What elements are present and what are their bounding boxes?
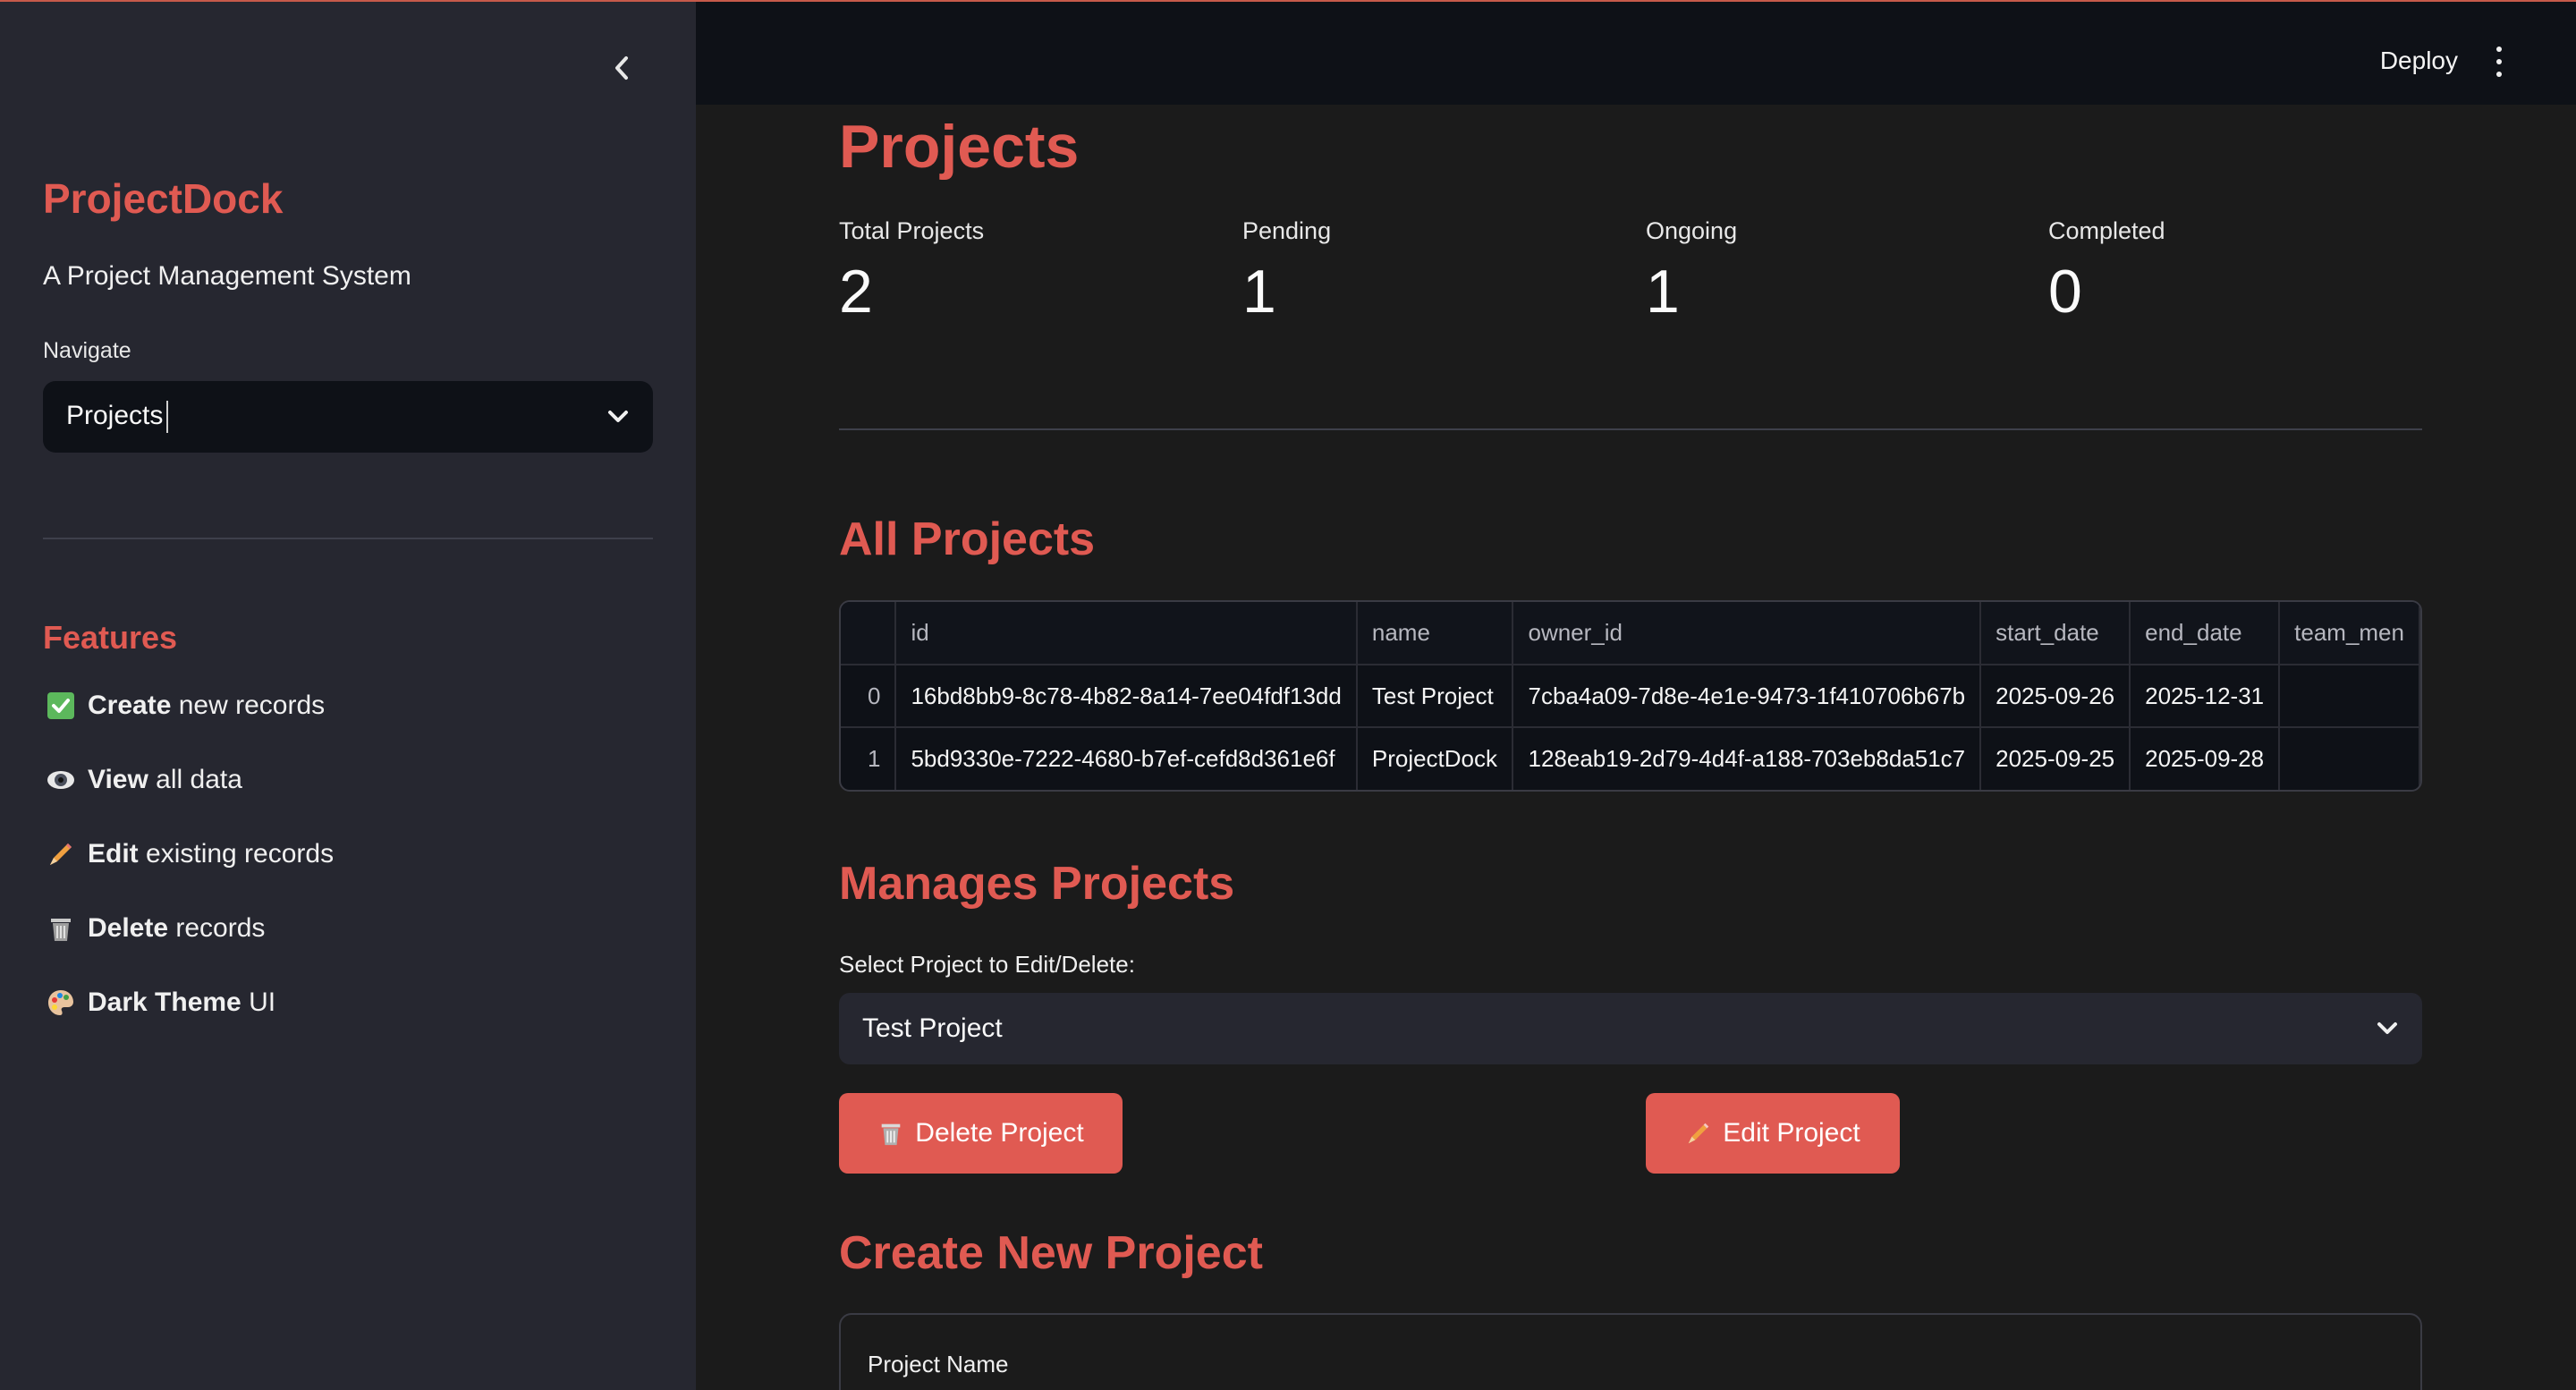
metric-value: 1 [1242,258,1276,326]
pencil-icon [1689,1123,1709,1144]
main-menu-icon[interactable] [2490,47,2508,77]
metric-ongoing: Ongoing 1 [1646,217,2004,322]
check-box-icon [47,691,75,720]
sidebar: ProjectDock A Project Management System … [0,0,696,1390]
cell-end-date[interactable]: 2025-12-31 [2130,665,2281,728]
palette-icon [47,988,75,1017]
chevron-down-icon [608,411,628,422]
eye-icon [47,766,75,794]
metric-label: Total Projects [839,217,985,244]
cell-owner-id[interactable]: 7cba4a09-7d8e-4e1e-9473-1f410706b67b [1513,665,1982,728]
app-subtitle: A Project Management System [43,261,411,291]
feature-item-create: Create new records [47,691,325,721]
collapse-sidebar-button[interactable] [599,50,644,86]
top-accent-line [0,0,2576,2]
select-project-dropdown[interactable]: Test Project [839,993,2422,1064]
column-header-name[interactable]: name [1356,602,1514,665]
table-row[interactable]: 1 5bd9330e-7222-4680-b7ef-cefd8d361e6f P… [841,727,2420,790]
top-header: Deploy [696,0,2576,105]
section-divider [839,428,2422,430]
navigate-select[interactable]: Projects [43,381,653,453]
row-index: 1 [841,727,897,790]
metric-label: Pending [1242,217,1332,244]
row-index: 0 [841,665,897,728]
select-project-value: Test Project [862,1013,1003,1043]
table-row[interactable]: 0 16bd8bb9-8c78-4b82-8a14-7ee04fdf13dd T… [841,665,2420,728]
metric-value: 2 [839,258,873,326]
cell-name[interactable]: Test Project [1356,665,1514,728]
delete-project-button[interactable]: Delete Project [839,1093,1123,1174]
features-heading: Features [43,619,178,656]
deploy-button[interactable]: Deploy [2380,47,2458,75]
column-header-start-date[interactable]: start_date [1980,602,2131,665]
cell-id[interactable]: 5bd9330e-7222-4680-b7ef-cefd8d361e6f [895,727,1358,790]
cell-start-date[interactable]: 2025-09-25 [1980,727,2131,790]
feature-text: all data [148,765,242,794]
column-header-id[interactable]: id [895,602,1358,665]
select-project-label: Select Project to Edit/Delete: [839,951,1135,978]
create-project-heading: Create New Project [839,1227,1263,1279]
sidebar-divider [43,538,653,539]
feature-bold: View [88,765,148,794]
navigate-label: Navigate [43,338,131,363]
feature-bold: Dark Theme [88,987,242,1017]
feature-item-edit: Edit existing records [47,839,334,869]
main-content: Projects Total Projects 2 Pending 1 Ongo… [696,105,2576,1390]
column-header-index[interactable] [841,602,897,665]
metric-completed: Completed 0 [2048,217,2406,322]
column-header-owner-id[interactable]: owner_id [1513,602,1982,665]
cell-name[interactable]: ProjectDock [1356,727,1514,790]
metric-label: Completed [2048,217,2165,244]
projects-table[interactable]: id name owner_id start_date end_date tea… [839,600,2422,792]
create-project-form: Project Name [839,1313,2422,1390]
metric-value: 0 [2048,258,2082,326]
chevron-left-icon [615,56,628,80]
project-name-label: Project Name [868,1351,1009,1377]
feature-text: records [168,913,266,943]
cell-team-members[interactable] [2279,727,2420,790]
column-header-team-members[interactable]: team_men [2279,602,2420,665]
edit-project-button[interactable]: Edit Project [1646,1093,1900,1174]
cell-owner-id[interactable]: 128eab19-2d79-4d4f-a188-703eb8da51c7 [1513,727,1982,790]
cell-team-members[interactable] [2279,665,2420,728]
column-header-end-date[interactable]: end_date [2130,602,2281,665]
app-title: ProjectDock [43,175,284,222]
feature-text: UI [241,987,276,1017]
edit-project-label: Edit Project [1723,1118,1860,1148]
metric-value: 1 [1646,258,1680,326]
manage-projects-heading: Manages Projects [839,858,1235,910]
metric-pending: Pending 1 [1242,217,1600,322]
cell-id[interactable]: 16bd8bb9-8c78-4b82-8a14-7ee04fdf13dd [895,665,1358,728]
app: ProjectDock A Project Management System … [0,0,2576,1390]
metric-total-projects: Total Projects 2 [839,217,1197,322]
page-title: Projects [839,113,1080,181]
navigate-select-value: Projects [66,400,164,430]
text-cursor [166,401,169,434]
cell-start-date[interactable]: 2025-09-26 [1980,665,2131,728]
metric-label: Ongoing [1646,217,1738,244]
feature-text: new records [171,691,326,720]
feature-item-view: View all data [47,765,242,795]
table-header-row: id name owner_id start_date end_date tea… [841,602,2420,665]
trash-icon [47,914,75,943]
feature-text: existing records [138,839,335,869]
trash-icon [881,1123,901,1146]
pencil-icon [47,840,75,869]
feature-bold: Create [88,691,172,720]
chevron-down-icon [2377,1022,2397,1034]
feature-item-delete: Delete records [47,913,265,944]
cell-end-date[interactable]: 2025-09-28 [2130,727,2281,790]
all-projects-heading: All Projects [839,513,1096,565]
feature-item-theme: Dark Theme UI [47,987,275,1018]
delete-project-label: Delete Project [915,1118,1084,1148]
feature-bold: Edit [88,839,139,869]
feature-bold: Delete [88,913,169,943]
